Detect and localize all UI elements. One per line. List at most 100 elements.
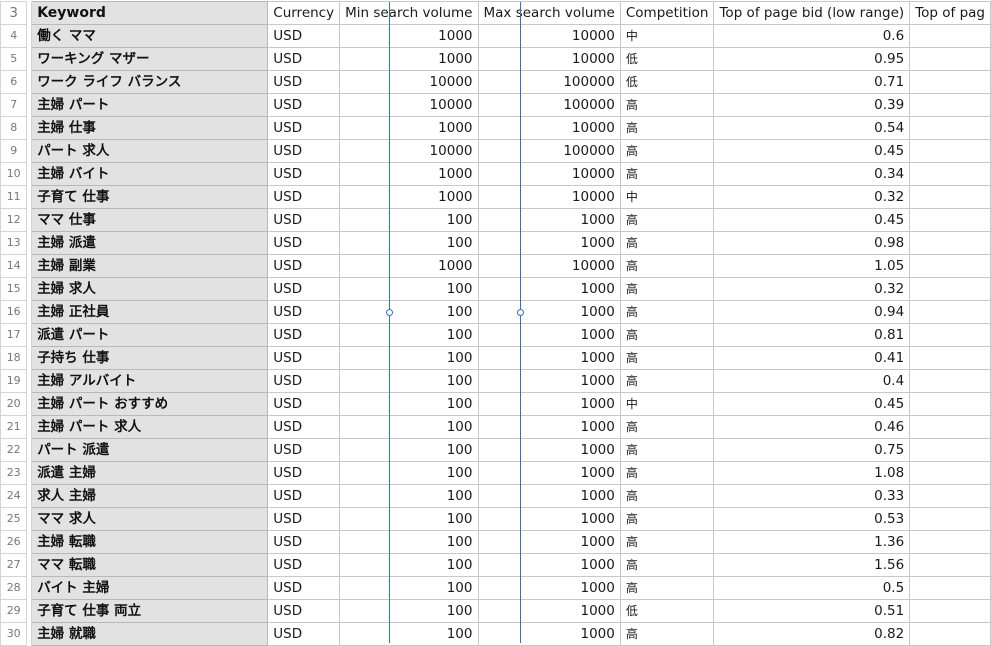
bid-high-cell[interactable] [909,139,991,163]
bid-low-cell[interactable]: 0.4 [713,369,911,393]
currency-cell[interactable]: USD [267,369,341,393]
bid-high-cell[interactable] [909,93,991,117]
min-volume-cell[interactable]: 1000 [339,116,479,140]
max-volume-cell[interactable]: 1000 [477,438,621,462]
min-volume-cell[interactable]: 1000 [339,185,479,209]
row-number[interactable]: 7 [0,93,28,117]
bid-low-cell[interactable]: 0.32 [713,185,911,209]
keyword-cell[interactable]: 主婦 副業 [31,254,269,278]
row-number[interactable]: 13 [0,231,28,255]
competition-cell[interactable]: 低 [619,47,715,71]
bid-low-cell[interactable]: 0.6 [713,24,911,48]
max-volume-cell[interactable]: 1000 [477,507,621,531]
competition-cell[interactable]: 高 [619,139,715,163]
competition-cell[interactable]: 中 [619,185,715,209]
max-volume-cell[interactable]: 10000 [477,47,621,71]
currency-cell[interactable]: USD [267,185,341,209]
row-number[interactable]: 22 [0,438,28,462]
competition-cell[interactable]: 高 [619,323,715,347]
min-volume-cell[interactable]: 1000 [339,254,479,278]
header-competition[interactable]: Competition [619,1,715,25]
keyword-cell[interactable]: 子育て 仕事 両立 [31,599,269,623]
competition-cell[interactable]: 低 [619,599,715,623]
bid-high-cell[interactable] [909,484,991,508]
bid-high-cell[interactable] [909,599,991,623]
max-volume-cell[interactable]: 1000 [477,231,621,255]
competition-cell[interactable]: 高 [619,622,715,646]
min-volume-cell[interactable]: 100 [339,461,479,485]
competition-cell[interactable]: 高 [619,438,715,462]
row-number[interactable]: 16 [0,300,28,324]
max-volume-cell[interactable]: 1000 [477,208,621,232]
bid-low-cell[interactable]: 0.51 [713,599,911,623]
min-volume-cell[interactable]: 1000 [339,162,479,186]
keyword-cell[interactable]: ママ 転職 [31,553,269,577]
row-number[interactable]: 6 [0,70,28,94]
bid-high-cell[interactable] [909,162,991,186]
competition-cell[interactable]: 高 [619,484,715,508]
row-number[interactable]: 4 [0,24,28,48]
row-number[interactable]: 12 [0,208,28,232]
header-keyword[interactable]: Keyword [31,1,269,25]
bid-low-cell[interactable]: 0.82 [713,622,911,646]
bid-low-cell[interactable]: 1.08 [713,461,911,485]
row-number[interactable]: 8 [0,116,28,140]
min-volume-cell[interactable]: 100 [339,507,479,531]
keyword-cell[interactable]: 主婦 転職 [31,530,269,554]
max-volume-cell[interactable]: 1000 [477,392,621,416]
min-volume-cell[interactable]: 100 [339,323,479,347]
bid-high-cell[interactable] [909,323,991,347]
keyword-cell[interactable]: 主婦 就職 [31,622,269,646]
row-number[interactable]: 11 [0,185,28,209]
competition-cell[interactable]: 中 [619,24,715,48]
max-volume-cell[interactable]: 10000 [477,185,621,209]
min-volume-cell[interactable]: 100 [339,300,479,324]
row-number[interactable]: 25 [0,507,28,531]
bid-low-cell[interactable]: 0.5 [713,576,911,600]
competition-cell[interactable]: 高 [619,369,715,393]
bid-low-cell[interactable]: 0.95 [713,47,911,71]
bid-low-cell[interactable]: 0.46 [713,415,911,439]
bid-high-cell[interactable] [909,530,991,554]
currency-cell[interactable]: USD [267,507,341,531]
row-number[interactable]: 5 [0,47,28,71]
max-volume-cell[interactable]: 1000 [477,576,621,600]
keyword-cell[interactable]: 主婦 パート おすすめ [31,392,269,416]
currency-cell[interactable]: USD [267,484,341,508]
min-volume-cell[interactable]: 100 [339,530,479,554]
min-volume-cell[interactable]: 100 [339,553,479,577]
max-volume-cell[interactable]: 10000 [477,116,621,140]
bid-high-cell[interactable] [909,277,991,301]
competition-cell[interactable]: 高 [619,231,715,255]
keyword-cell[interactable]: ワーキング マザー [31,47,269,71]
min-volume-cell[interactable]: 1000 [339,47,479,71]
keyword-cell[interactable]: パート 派遣 [31,438,269,462]
competition-cell[interactable]: 高 [619,415,715,439]
currency-cell[interactable]: USD [267,346,341,370]
max-volume-cell[interactable]: 100000 [477,93,621,117]
min-volume-cell[interactable]: 100 [339,622,479,646]
competition-cell[interactable]: 低 [619,70,715,94]
competition-cell[interactable]: 高 [619,553,715,577]
max-volume-cell[interactable]: 1000 [477,530,621,554]
min-volume-cell[interactable]: 100 [339,277,479,301]
max-volume-cell[interactable]: 10000 [477,254,621,278]
currency-cell[interactable]: USD [267,254,341,278]
max-volume-cell[interactable]: 1000 [477,323,621,347]
row-number[interactable]: 21 [0,415,28,439]
bid-high-cell[interactable] [909,185,991,209]
bid-high-cell[interactable] [909,622,991,646]
min-volume-cell[interactable]: 100 [339,415,479,439]
bid-high-cell[interactable] [909,415,991,439]
row-number[interactable]: 27 [0,553,28,577]
currency-cell[interactable]: USD [267,116,341,140]
header-currency[interactable]: Currency [267,1,341,25]
competition-cell[interactable]: 高 [619,162,715,186]
row-number[interactable]: 30 [0,622,28,646]
row-number[interactable]: 28 [0,576,28,600]
competition-cell[interactable]: 高 [619,300,715,324]
bid-low-cell[interactable]: 0.54 [713,116,911,140]
competition-cell[interactable]: 高 [619,576,715,600]
selection-handle-right[interactable] [517,309,524,316]
min-volume-cell[interactable]: 100 [339,208,479,232]
